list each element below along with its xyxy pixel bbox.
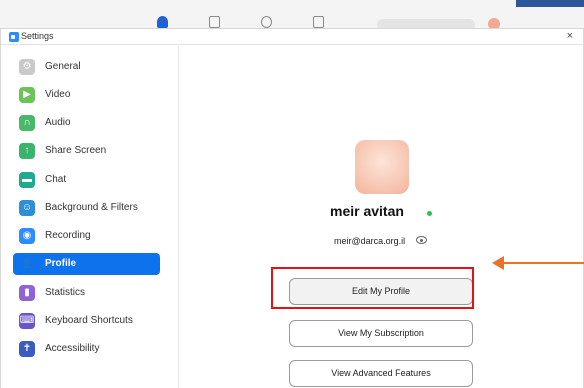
statistics-icon: ▮: [19, 285, 35, 301]
online-status-dot: [427, 211, 432, 216]
contacts-icon: [313, 16, 324, 28]
annotation-arrow-line: [502, 262, 584, 264]
video-camera-icon: ▶: [19, 87, 35, 103]
profile-avatar[interactable]: [355, 140, 409, 194]
sidebar-item-share-screen[interactable]: ↑ Share Screen: [13, 140, 160, 162]
background-app-toolbar: [0, 0, 584, 31]
gear-icon: ⚙: [19, 59, 35, 75]
accessibility-icon: ✝: [19, 341, 35, 357]
sidebar-item-general[interactable]: ⚙ General: [13, 56, 160, 78]
keyboard-icon: ⌨: [19, 313, 35, 329]
sidebar-item-label: Video: [45, 89, 71, 100]
settings-window: Settings × ⚙ General ▶ Video ∩ Audio ↑ S…: [0, 28, 584, 388]
sidebar-item-chat[interactable]: ▬ Chat: [13, 169, 160, 191]
share-screen-icon: ↑: [19, 143, 35, 159]
background-filters-icon: ☺: [19, 200, 35, 216]
sidebar-item-audio[interactable]: ∩ Audio: [13, 112, 160, 134]
sidebar-item-label: Audio: [45, 117, 71, 128]
profile-email: meir@darca.org.il: [334, 236, 406, 246]
close-button[interactable]: ×: [567, 30, 573, 42]
recording-icon: ◉: [19, 228, 35, 244]
home-icon: [157, 16, 168, 28]
sidebar-item-label: Share Screen: [45, 145, 107, 156]
view-my-subscription-button[interactable]: View My Subscription: [289, 320, 473, 347]
profile-name: meir avitan: [330, 203, 404, 219]
sidebar-item-statistics[interactable]: ▮ Statistics: [13, 282, 160, 304]
sidebar-item-profile[interactable]: 👤 Profile: [13, 253, 160, 275]
annotation-arrow-head: [492, 256, 504, 270]
settings-sidebar: ⚙ General ▶ Video ∩ Audio ↑ Share Screen…: [1, 46, 179, 388]
sidebar-item-label: Statistics: [45, 287, 86, 298]
sidebar-item-label: Recording: [45, 230, 91, 241]
background-window-edge: [516, 0, 584, 7]
sidebar-item-label: Keyboard Shortcuts: [45, 315, 133, 326]
sidebar-item-label: Chat: [45, 174, 67, 185]
meetings-clock-icon: [261, 16, 272, 28]
annotation-highlight-box: [271, 267, 474, 309]
sidebar-item-recording[interactable]: ◉ Recording: [13, 225, 160, 247]
window-title: Settings: [21, 31, 54, 41]
sidebar-item-background-filters[interactable]: ☺ Background & Filters: [13, 197, 160, 219]
sidebar-item-video[interactable]: ▶ Video: [13, 84, 160, 106]
chat-tab-icon: [209, 16, 220, 28]
sidebar-item-label: Background & Filters: [45, 202, 138, 213]
eye-icon[interactable]: [416, 236, 427, 244]
profile-panel: meir avitan meir@darca.org.il Edit My Pr…: [180, 46, 584, 388]
title-bar: Settings ×: [1, 29, 583, 45]
sidebar-item-label: Profile: [45, 258, 77, 269]
sidebar-item-label: General: [45, 61, 81, 72]
sidebar-item-keyboard-shortcuts[interactable]: ⌨ Keyboard Shortcuts: [13, 310, 160, 332]
sidebar-item-accessibility[interactable]: ✝ Accessibility: [13, 338, 160, 360]
chat-icon: ▬: [19, 172, 35, 188]
sidebar-item-label: Accessibility: [45, 343, 100, 354]
profile-icon: 👤: [20, 258, 34, 269]
view-advanced-features-button[interactable]: View Advanced Features: [289, 360, 473, 387]
headphones-icon: ∩: [19, 115, 35, 131]
zoom-app-icon: [9, 32, 19, 42]
